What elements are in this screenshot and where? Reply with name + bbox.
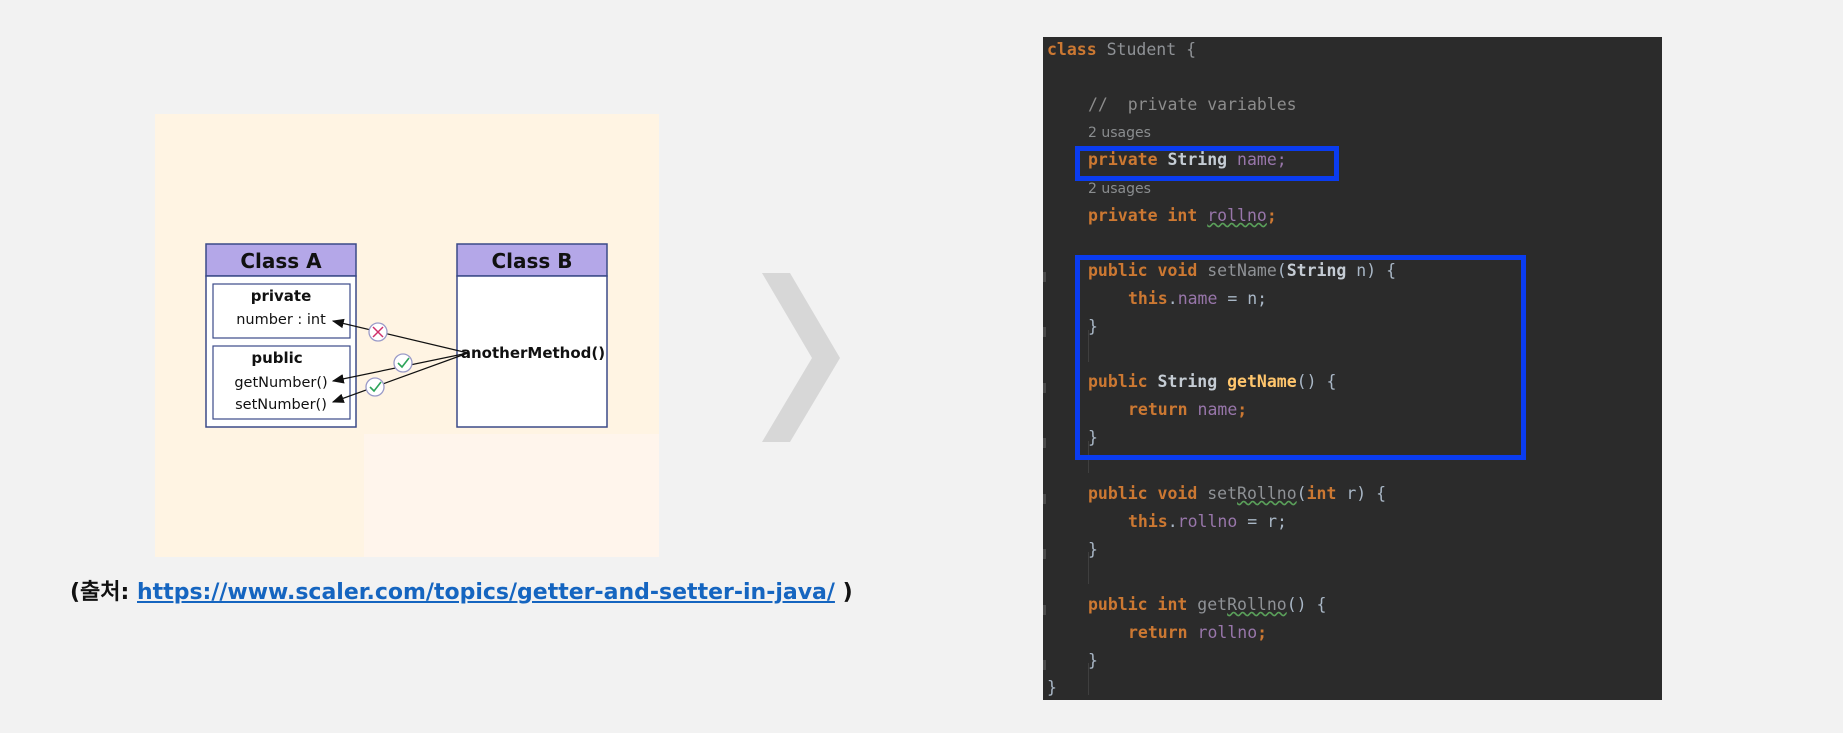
usages-hint: 2 usages bbox=[1088, 125, 1151, 141]
code-line-setrollno-body: this.rollno = r; bbox=[1128, 512, 1287, 531]
code-line-getname-decl: public String getName() { bbox=[1088, 372, 1337, 391]
fold-marker bbox=[1043, 272, 1046, 282]
private-label: private bbox=[251, 287, 312, 305]
another-method-label: anotherMethod() bbox=[461, 344, 605, 362]
class-a-title: Class A bbox=[240, 249, 322, 273]
source-prefix: (출처: bbox=[70, 580, 137, 605]
code-line-comment: // private variables bbox=[1088, 95, 1297, 114]
fold-marker bbox=[1043, 327, 1046, 337]
highlight-getter-setter bbox=[1075, 255, 1526, 460]
code-line-getrollno-decl: public int getRollno() { bbox=[1088, 595, 1327, 614]
code-editor: class Student { // private variables 2 u… bbox=[1043, 37, 1662, 700]
class-b-title: Class B bbox=[491, 249, 572, 273]
code-line-getrollno-body: return rollno; bbox=[1128, 623, 1268, 642]
allowed-check-icon bbox=[365, 377, 385, 397]
public-label: public bbox=[251, 349, 302, 367]
code-line-getname-body: return name; bbox=[1128, 400, 1248, 419]
fold-marker bbox=[1043, 605, 1046, 615]
code-line-brace: } bbox=[1088, 317, 1098, 336]
code-line-setname-decl: public void setName(String n) { bbox=[1088, 261, 1396, 280]
fold-marker bbox=[1043, 660, 1046, 670]
source-link[interactable]: https://www.scaler.com/topics/getter-and… bbox=[137, 580, 835, 605]
fold-marker bbox=[1043, 438, 1046, 448]
private-field: number : int bbox=[236, 312, 326, 328]
set-number-method: setNumber() bbox=[235, 397, 327, 413]
fold-marker bbox=[1043, 494, 1046, 504]
code-line-private-rollno: private int rollno; bbox=[1088, 206, 1277, 225]
source-citation: (출처: https://www.scaler.com/topics/gette… bbox=[70, 574, 853, 606]
fold-marker bbox=[1043, 549, 1046, 559]
code-line-class-decl: class Student { bbox=[1047, 40, 1197, 59]
allowed-check-icon bbox=[393, 353, 413, 373]
code-line-brace: } bbox=[1088, 651, 1098, 670]
source-suffix: ) bbox=[834, 580, 853, 605]
denied-x-icon bbox=[368, 322, 388, 342]
code-line-brace: } bbox=[1088, 540, 1098, 559]
chevron-right-icon bbox=[762, 273, 840, 442]
encapsulation-diagram: Class A private number : int public getN… bbox=[205, 243, 608, 428]
code-line-setrollno-decl: public void setRollno(int r) { bbox=[1088, 484, 1387, 503]
get-number-method: getNumber() bbox=[234, 375, 327, 391]
code-line-private-name: private String name; bbox=[1088, 150, 1287, 169]
code-line-brace: } bbox=[1088, 428, 1098, 447]
code-line-class-close: } bbox=[1047, 678, 1057, 697]
usages-hint: 2 usages bbox=[1088, 181, 1151, 197]
class-b-box: Class B anotherMethod() bbox=[456, 243, 608, 428]
code-line-setname-body: this.name = n; bbox=[1128, 289, 1268, 308]
diagram-panel: Class A private number : int public getN… bbox=[155, 114, 659, 557]
fold-marker bbox=[1043, 383, 1046, 393]
class-a-box: Class A private number : int public getN… bbox=[205, 243, 357, 428]
